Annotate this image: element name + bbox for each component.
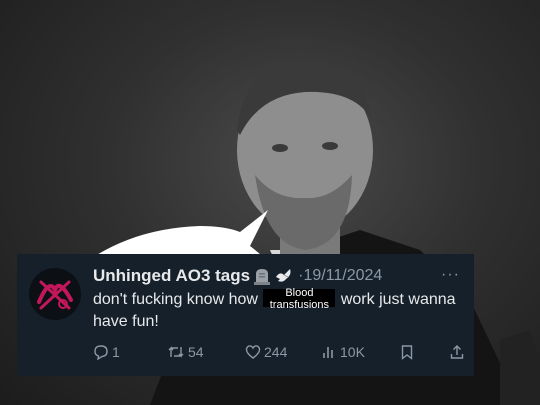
repost-button[interactable]: 54 <box>167 344 204 360</box>
reply-count: 1 <box>112 344 120 360</box>
avatar[interactable] <box>29 268 81 320</box>
share-button[interactable] <box>449 344 468 360</box>
dove-icon <box>274 267 294 285</box>
like-button[interactable]: 244 <box>245 344 287 360</box>
tweet-text: don't fucking know how Blood transfusion… <box>93 287 463 333</box>
headstone-icon <box>253 267 271 285</box>
redacted-label-line-1: Blood <box>285 287 314 299</box>
display-name[interactable]: Unhinged AO3 tags <box>93 266 250 286</box>
repost-count: 54 <box>188 344 204 360</box>
views-count: 10K <box>340 344 365 360</box>
tweet-date[interactable]: ·19/11/2024 <box>298 267 382 285</box>
bookmark-icon <box>401 345 413 360</box>
views-button[interactable]: 10K <box>321 344 365 360</box>
reply-icon <box>94 345 108 360</box>
redacted-label-line-2: transfusions <box>269 299 330 311</box>
ao3-logo-icon <box>37 280 73 310</box>
views-icon <box>323 347 333 358</box>
share-icon <box>450 345 464 359</box>
tweet-card[interactable]: Unhinged AO3 tags ·19/11/2024 ··· don't … <box>17 254 474 376</box>
more-options-icon[interactable]: ··· <box>441 266 460 284</box>
redacted-overlay-label: Blood transfusions <box>263 287 335 311</box>
bookmark-button[interactable] <box>399 344 418 360</box>
reply-button[interactable]: 1 <box>93 344 120 360</box>
repost-icon <box>168 346 184 358</box>
tweet-actions: 1 54 244 10K <box>93 344 464 362</box>
heart-icon <box>245 345 261 359</box>
like-count: 244 <box>264 344 288 360</box>
tweet-text-part-1: don't fucking know how <box>93 291 258 308</box>
redacted-overlay: Blood transfusions <box>263 287 336 311</box>
tweet-header: Unhinged AO3 tags ·19/11/2024 ··· <box>93 265 464 287</box>
